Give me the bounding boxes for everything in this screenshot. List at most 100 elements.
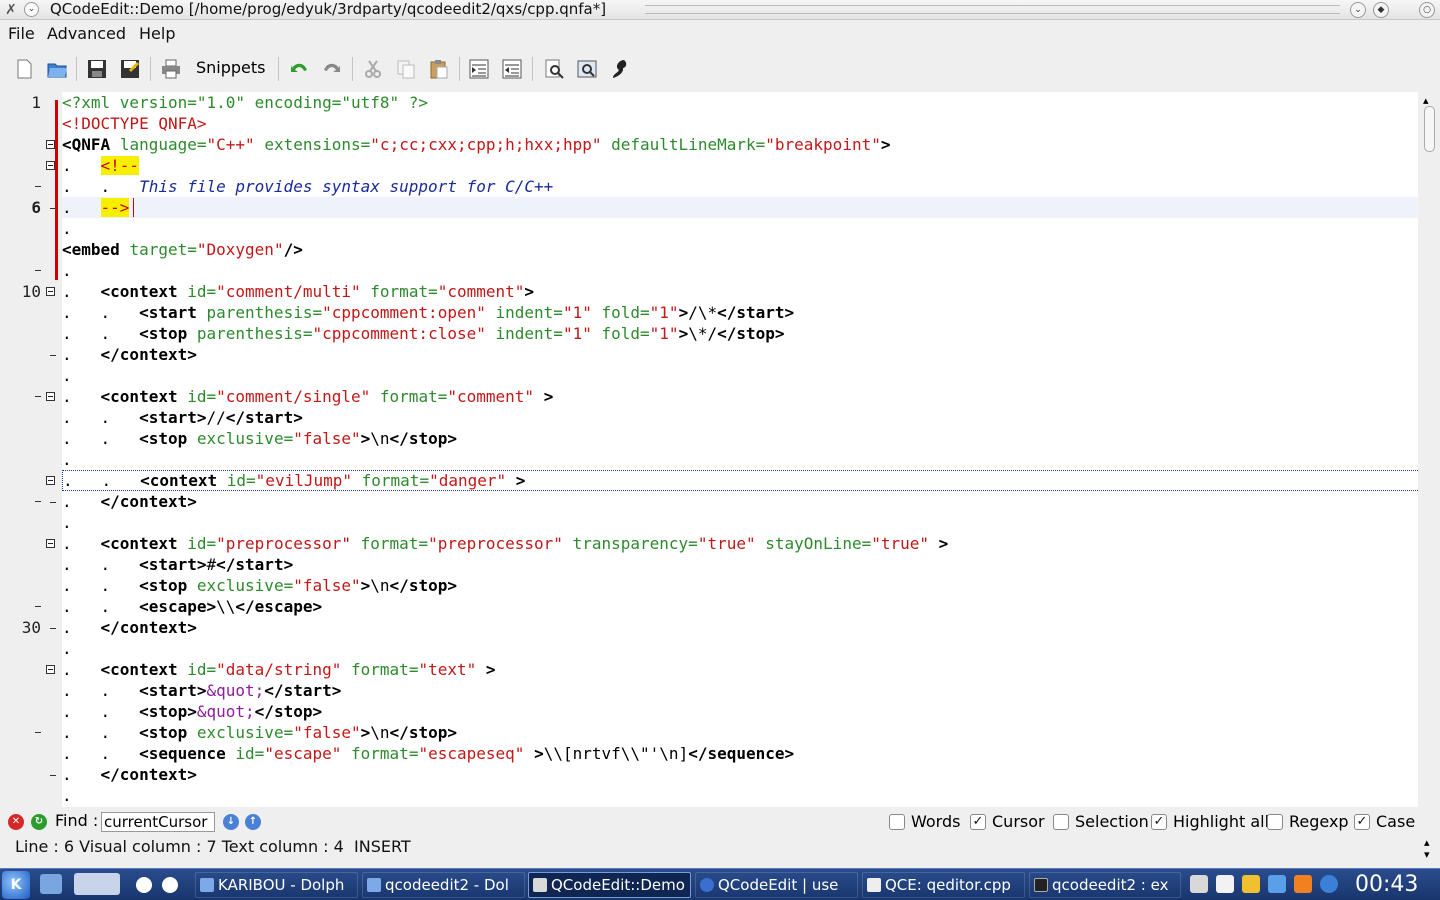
code-line[interactable]: . . <start>//</start> xyxy=(62,407,1418,428)
code-line[interactable]: <!DOCTYPE QNFA> xyxy=(62,113,1418,134)
indent-icon[interactable] xyxy=(467,57,491,81)
code-line[interactable]: . . <escape>\\</escape> xyxy=(62,596,1418,617)
code-line[interactable]: . xyxy=(62,218,1418,239)
refresh-find-icon[interactable]: ↻ xyxy=(31,814,47,830)
open-file-icon[interactable] xyxy=(45,57,69,81)
title-bar[interactable]: ✗ ⌄ QCodeEdit::Demo [/home/prog/edyuk/3r… xyxy=(0,0,1440,20)
task-editor[interactable]: QCE: qeditor.cpp xyxy=(862,872,1025,898)
next-icon[interactable] xyxy=(162,877,178,893)
goto-line-icon[interactable] xyxy=(608,57,632,81)
paste-icon[interactable] xyxy=(427,57,451,81)
fold-toggle-icon[interactable] xyxy=(46,476,55,485)
selection-checkbox[interactable] xyxy=(1053,814,1069,830)
code-line[interactable]: . . <stop exclusive="false">\n</stop> xyxy=(62,575,1418,596)
code-line[interactable]: . <!-- xyxy=(62,155,1418,176)
option-regexp[interactable]: Regexp xyxy=(1267,812,1349,832)
menu-help[interactable]: Help xyxy=(139,24,175,44)
code-line[interactable]: <?xml version="1.0" encoding="utf8" ?> xyxy=(62,92,1418,113)
task-terminal[interactable]: qcodeedit2 : ex xyxy=(1029,872,1181,898)
code-line[interactable]: . . <stop exclusive="false">\n</stop> xyxy=(62,428,1418,449)
clipboard-icon[interactable] xyxy=(1216,875,1234,893)
code-line[interactable]: . . <stop>&quot;</stop> xyxy=(62,701,1418,722)
scrollbar-bottom[interactable]: ▴ ▾ xyxy=(1420,808,1440,866)
network-icon[interactable] xyxy=(1268,875,1286,893)
close-icon[interactable]: ○ xyxy=(1419,2,1435,18)
code-line[interactable]: . </context> xyxy=(62,764,1418,785)
code-line[interactable]: . . <stop exclusive="false">\n</stop> xyxy=(62,722,1418,743)
code-line[interactable]: . . <start>&quot;</start> xyxy=(62,680,1418,701)
window-menu-icon[interactable]: ⌄ xyxy=(24,2,39,17)
notes-icon[interactable] xyxy=(1242,875,1260,893)
menu-file[interactable]: File xyxy=(8,24,35,44)
volume-icon[interactable] xyxy=(1190,875,1208,893)
code-line[interactable]: . xyxy=(62,785,1418,806)
app-icon[interactable]: ✗ xyxy=(3,2,19,18)
highlight-all-checkbox[interactable]: ✓ xyxy=(1151,814,1167,830)
snippets-button[interactable]: Snippets xyxy=(196,58,266,78)
replace-icon[interactable] xyxy=(575,57,599,81)
close-find-icon[interactable]: ✕ xyxy=(8,814,24,830)
fold-toggle-icon[interactable] xyxy=(46,665,55,674)
scrollbar-thumb[interactable] xyxy=(1424,106,1435,152)
fold-gutter[interactable] xyxy=(44,92,62,807)
task-browser[interactable]: QCodeEdit | use xyxy=(695,872,858,898)
code-line[interactable]: . <context id="comment/single" format="c… xyxy=(62,386,1418,407)
code-line[interactable]: . </context> xyxy=(62,491,1418,512)
option-selection[interactable]: Selection xyxy=(1053,812,1149,832)
code-line[interactable]: . . <start>#</start> xyxy=(62,554,1418,575)
code-line[interactable]: . </context> xyxy=(62,344,1418,365)
scroll-down-icon[interactable]: ▾ xyxy=(1424,848,1430,861)
code-line[interactable]: . . <sequence id="escape" format="escape… xyxy=(62,743,1418,764)
task-qcodeedit-demo[interactable]: QCodeEdit::Demo xyxy=(528,872,691,898)
fold-toggle-icon[interactable] xyxy=(46,392,55,401)
undo-icon[interactable] xyxy=(287,57,311,81)
maximize-icon[interactable]: ◆ xyxy=(1373,2,1389,18)
code-line[interactable]: . xyxy=(62,449,1418,470)
update-icon[interactable] xyxy=(1320,875,1338,893)
feed-icon[interactable] xyxy=(1294,875,1312,893)
option-case[interactable]: ✓ Case xyxy=(1354,812,1415,832)
clock[interactable]: 00:43 xyxy=(1355,871,1418,899)
code-line[interactable]: . xyxy=(62,365,1418,386)
cut-icon[interactable] xyxy=(361,57,385,81)
code-line[interactable]: . . <context id="evilJump" format="dange… xyxy=(62,470,1418,491)
minimize-icon[interactable]: ⌄ xyxy=(1350,2,1366,18)
fold-toggle-icon[interactable] xyxy=(46,161,55,170)
desktop-pager-icon[interactable] xyxy=(74,873,120,895)
save-all-icon[interactable] xyxy=(118,57,142,81)
task-karibou[interactable]: KARIBOU - Dolph xyxy=(195,872,358,898)
code-line[interactable]: . xyxy=(62,512,1418,533)
print-icon[interactable] xyxy=(159,57,183,81)
code-line[interactable]: . xyxy=(62,638,1418,659)
redo-icon[interactable] xyxy=(320,57,344,81)
regexp-checkbox[interactable] xyxy=(1267,814,1283,830)
show-desktop-icon[interactable] xyxy=(40,874,62,894)
find-previous-icon[interactable]: ↑ xyxy=(245,814,261,830)
code-area[interactable]: <?xml version="1.0" encoding="utf8" ?> <!… xyxy=(62,92,1418,807)
cursor-checkbox[interactable]: ✓ xyxy=(970,814,986,830)
unindent-icon[interactable] xyxy=(500,57,524,81)
menu-advanced[interactable]: Advanced xyxy=(47,24,126,44)
find-icon[interactable] xyxy=(542,57,566,81)
fold-toggle-icon[interactable] xyxy=(46,140,55,149)
option-cursor[interactable]: ✓ Cursor xyxy=(970,812,1045,832)
code-line[interactable]: <embed target="Doxygen"/> xyxy=(62,239,1418,260)
words-checkbox[interactable] xyxy=(889,814,905,830)
find-next-icon[interactable]: ↓ xyxy=(223,814,239,830)
task-dolphin[interactable]: qcodeedit2 - Dol xyxy=(362,872,525,898)
fold-toggle-icon[interactable] xyxy=(46,539,55,548)
code-line[interactable]: . . <stop parenthesis="cppcomment:close"… xyxy=(62,323,1418,344)
find-input[interactable] xyxy=(101,812,215,832)
code-line[interactable]: . <context id="preprocessor" format="pre… xyxy=(62,533,1418,554)
code-line[interactable]: . xyxy=(62,260,1418,281)
option-words[interactable]: Words xyxy=(889,812,960,832)
code-line[interactable]: . <context id="comment/multi" format="co… xyxy=(62,281,1418,302)
code-line[interactable]: . . This file provides syntax support fo… xyxy=(62,176,1418,197)
code-line[interactable]: . --> xyxy=(62,197,1418,218)
start-menu-icon[interactable]: K xyxy=(2,871,30,899)
case-checkbox[interactable]: ✓ xyxy=(1354,814,1370,830)
new-file-icon[interactable] xyxy=(12,57,36,81)
copy-icon[interactable] xyxy=(394,57,418,81)
save-icon[interactable] xyxy=(85,57,109,81)
pause-icon[interactable] xyxy=(136,877,152,893)
